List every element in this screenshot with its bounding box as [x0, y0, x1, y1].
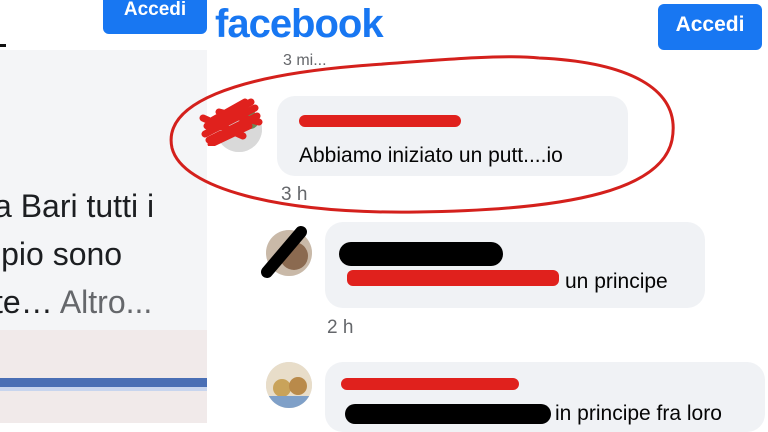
comment-text-redaction — [345, 404, 551, 424]
left-blue-bar — [0, 378, 207, 387]
more-link[interactable]: Altro... — [60, 284, 152, 320]
comments-panel: facebook Accedi 3 mi... Abbiamo iniziato… — [169, 0, 768, 432]
avatar[interactable] — [266, 362, 312, 408]
left-login-button[interactable]: Accedi — [103, 0, 207, 34]
login-button[interactable]: Accedi — [658, 4, 762, 50]
post-line-3-text: te… — [0, 284, 53, 320]
author-name-redaction — [339, 242, 503, 266]
left-blue-bar-light — [0, 387, 207, 391]
left-bottom-area — [0, 330, 207, 423]
facebook-logo[interactable]: facebook — [215, 2, 384, 47]
author-name-redaction — [341, 378, 519, 390]
post-line-3: te… Altro... — [0, 278, 207, 326]
post-line-2: ipio sono — [0, 236, 123, 272]
left-divider-mark — [0, 44, 6, 47]
avatar-black-redaction — [261, 226, 307, 278]
comment-text-redaction — [347, 270, 559, 286]
comment-text: in principe fra loro — [555, 402, 722, 425]
comment-time: 2 h — [327, 317, 354, 338]
highlight-ellipse — [169, 55, 675, 214]
comment-text: un principe — [565, 270, 668, 293]
